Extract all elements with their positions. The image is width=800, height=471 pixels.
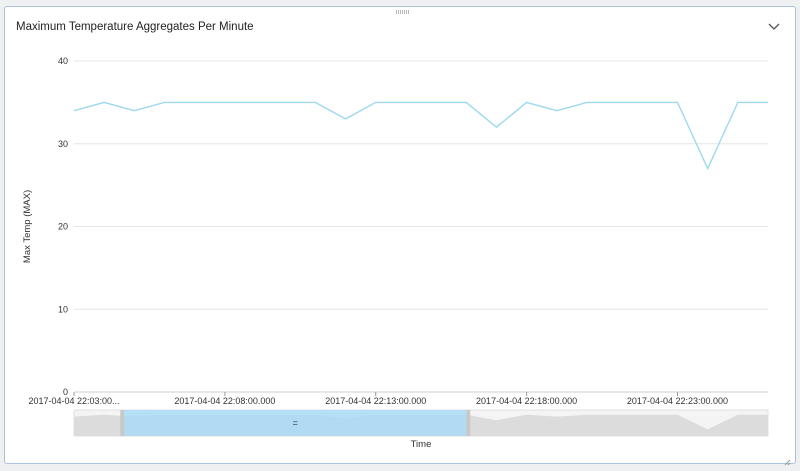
y-tick-label: 10 (58, 304, 68, 314)
x-tick-label: 2017-04-04 22:18:00.000 (476, 396, 577, 406)
x-axis-title: Time (411, 439, 432, 450)
brush-handle-left[interactable] (120, 410, 125, 436)
y-axis-title: Max Temp (MAX) (22, 190, 33, 263)
y-tick-label: 20 (58, 222, 68, 232)
grid-lines (74, 60, 768, 393)
series-line-layer (73, 101, 768, 171)
y-axis-ticks: 010203040 (58, 56, 68, 397)
line-chart: 010203040 2017-04-04 22:03:00... 2017-04-… (22, 56, 769, 450)
y-tick-label: 30 (58, 139, 68, 149)
time-brush[interactable]: = (73, 409, 769, 437)
x-tick-label: 2017-04-04 22:08:00.000 (174, 396, 275, 406)
x-tick-label: 2017-04-04 22:13:00.000 (325, 396, 426, 406)
x-tick-label: 2017-04-04 22:03:00... (28, 396, 119, 406)
y-tick-label: 40 (58, 56, 68, 66)
brush-handle-right[interactable] (466, 410, 471, 436)
x-tick-label: 2017-04-04 22:23:00.000 (627, 396, 728, 406)
series-line (73, 101, 768, 171)
x-axis: 2017-04-04 22:03:00... 2017-04-04 22:08:0… (28, 392, 728, 406)
brush-center-handle[interactable]: = (293, 418, 298, 428)
